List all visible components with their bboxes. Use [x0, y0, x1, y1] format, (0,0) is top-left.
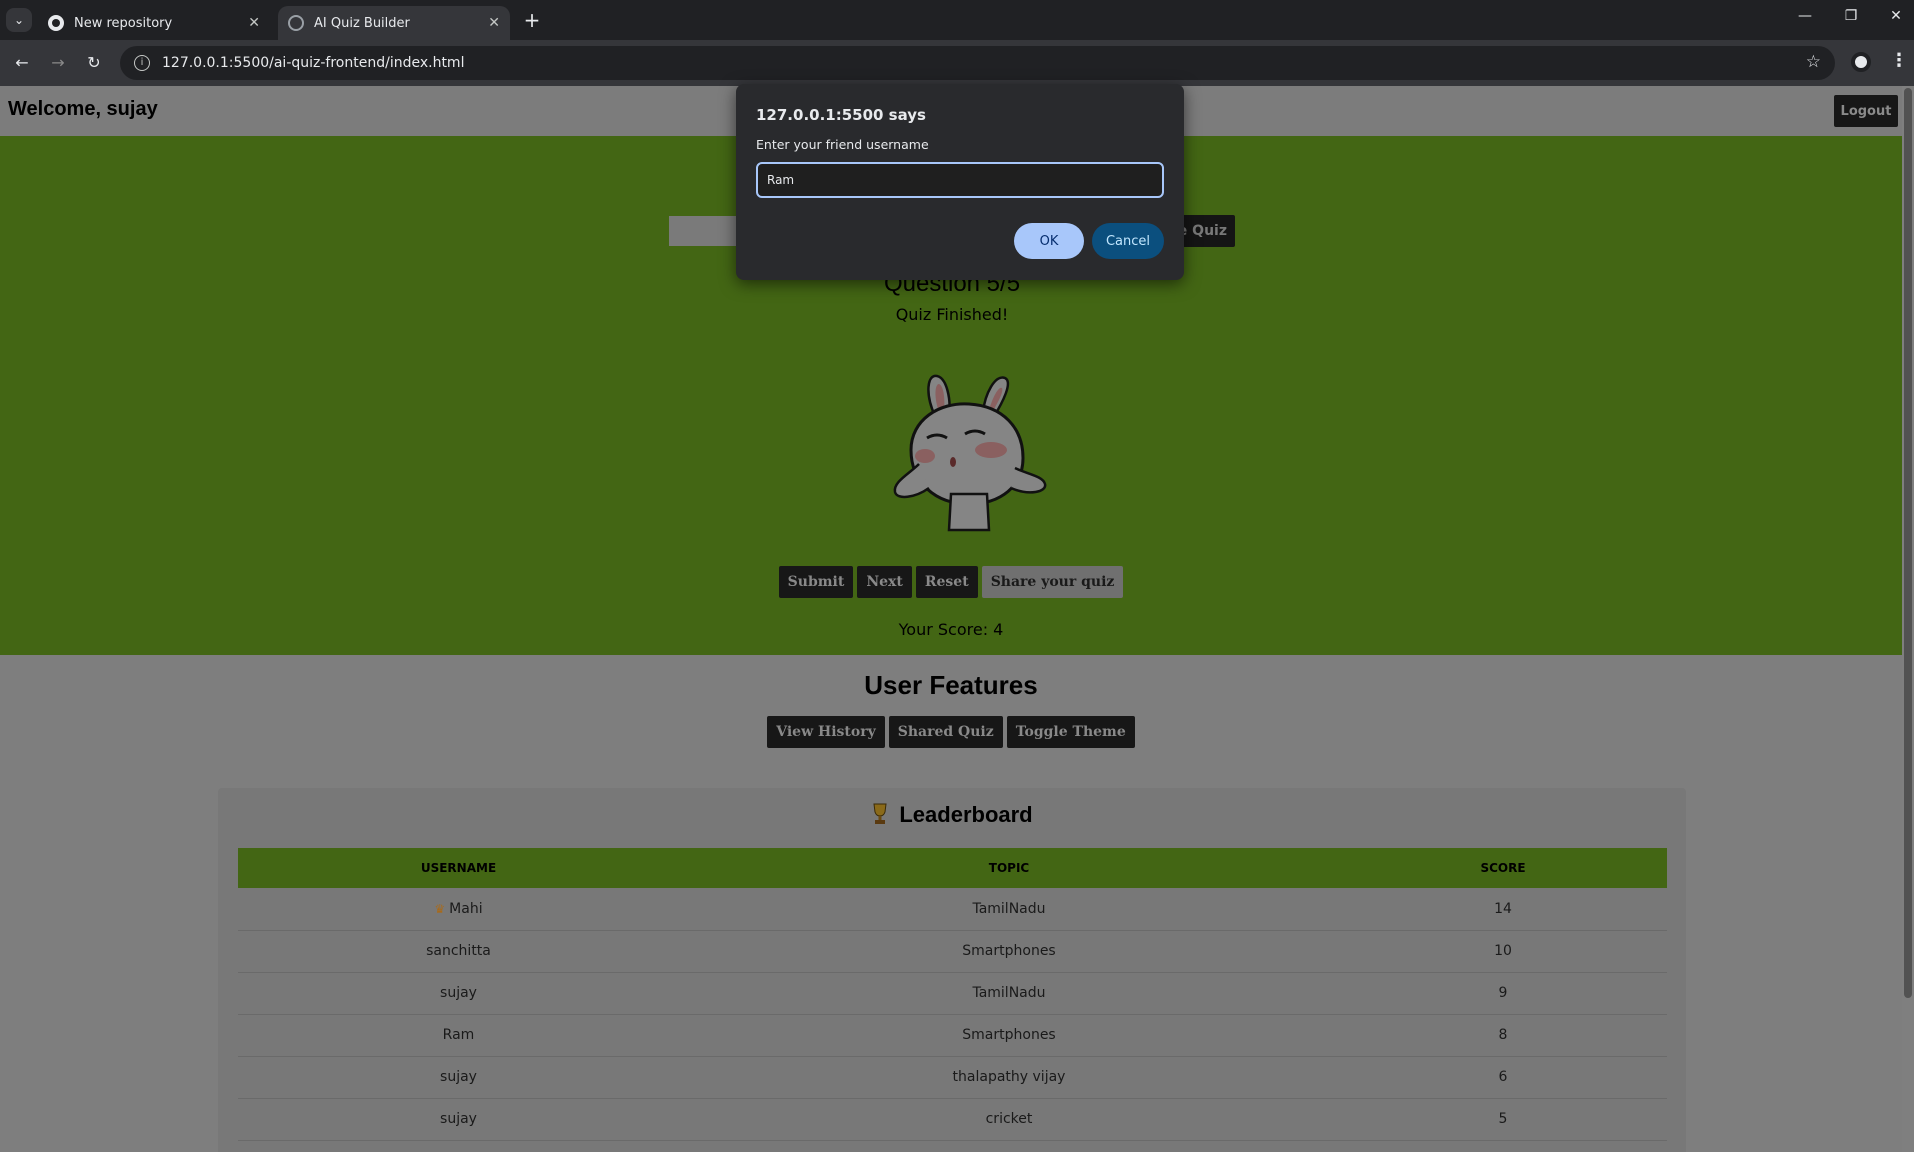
table-header-row: USERNAME TOPIC SCORE — [238, 848, 1667, 888]
username-cell: sanchitta — [238, 930, 679, 973]
user-features-buttons: View History Shared Quiz Toggle Theme — [0, 716, 1902, 748]
username-cell: sujay — [238, 1098, 679, 1141]
score-cell: 10 — [1339, 930, 1667, 973]
address-bar[interactable]: i 127.0.0.1:5500/ai-quiz-frontend/index.… — [120, 46, 1835, 80]
profile-avatar[interactable] — [1851, 52, 1871, 72]
crown-icon: ♛ — [434, 901, 446, 916]
view-history-button[interactable]: View History — [767, 716, 885, 748]
site-info-icon[interactable]: i — [134, 55, 150, 71]
column-header-topic: TOPIC — [679, 848, 1339, 888]
table-row: sujay TamilNadu 9 — [238, 972, 1667, 1015]
tab-new-repository[interactable]: New repository ✕ — [38, 6, 270, 40]
page-scrollbar[interactable] — [1902, 86, 1914, 1152]
leaderboard-panel: Leaderboard USERNAME TOPIC SCORE ♛ Mahi T… — [218, 788, 1686, 1152]
topic-cell: thalapathy vijay — [679, 1056, 1339, 1099]
dialog-origin: 127.0.0.1:5500 says — [756, 106, 926, 124]
score-cell: 9 — [1339, 972, 1667, 1015]
tab-title: New repository — [74, 15, 173, 31]
score-cell: 8 — [1339, 1014, 1667, 1057]
next-button[interactable]: Next — [857, 566, 912, 598]
back-icon[interactable]: ← — [10, 51, 34, 75]
reload-icon[interactable]: ↻ — [82, 51, 106, 75]
quiz-actions: Submit Next Reset Share your quiz — [0, 566, 1902, 598]
username-cell: ♛ Mahi — [238, 888, 679, 931]
score-text: Your Score: 4 — [898, 620, 1004, 639]
topic-cell: Smartphones — [679, 930, 1339, 973]
logout-button[interactable]: Logout — [1834, 95, 1898, 127]
welcome-text: Welcome, sujay — [8, 98, 158, 120]
toggle-theme-button[interactable]: Toggle Theme — [1006, 716, 1135, 748]
tab-strip: ⌄ New repository ✕ AI Quiz Builder ✕ + —… — [0, 0, 1914, 40]
leaderboard-table: USERNAME TOPIC SCORE ♛ Mahi TamilNadu 14 … — [238, 848, 1667, 1141]
topic-cell: TamilNadu — [679, 888, 1339, 931]
ok-button[interactable]: OK — [1014, 223, 1084, 259]
tab-ai-quiz-builder[interactable]: AI Quiz Builder ✕ — [278, 6, 510, 40]
scrollbar-thumb[interactable] — [1904, 88, 1912, 998]
score-cell: 5 — [1339, 1098, 1667, 1141]
close-icon[interactable]: ✕ — [488, 15, 500, 31]
trophy-icon — [873, 803, 887, 824]
reset-button[interactable]: Reset — [915, 566, 978, 598]
user-features-title: User Features — [864, 670, 1038, 700]
restore-icon[interactable]: ❐ — [1836, 8, 1866, 24]
prompt-dialog: 127.0.0.1:5500 says Enter your friend us… — [736, 84, 1184, 280]
username-cell: sujay — [238, 972, 679, 1015]
dialog-message: Enter your friend username — [756, 137, 929, 152]
topic-cell: Smartphones — [679, 1014, 1339, 1057]
topic-cell: cricket — [679, 1098, 1339, 1141]
new-tab-button[interactable]: + — [520, 8, 544, 32]
username-text: Mahi — [449, 900, 483, 917]
github-icon — [48, 15, 64, 31]
tab-search-button[interactable]: ⌄ — [6, 8, 32, 32]
table-row: sanchitta Smartphones 10 — [238, 930, 1667, 973]
globe-icon — [288, 15, 304, 31]
close-icon[interactable]: ✕ — [248, 15, 260, 31]
score-cell: 6 — [1339, 1056, 1667, 1099]
cancel-button[interactable]: Cancel — [1092, 223, 1164, 259]
window-close-icon[interactable]: ✕ — [1881, 8, 1911, 24]
url-text: 127.0.0.1:5500/ai-quiz-frontend/index.ht… — [162, 55, 465, 71]
bunny-shrug-image — [893, 374, 1047, 532]
friend-username-input[interactable] — [756, 162, 1164, 198]
username-cell: Ram — [238, 1014, 679, 1057]
share-quiz-button[interactable]: Share your quiz — [981, 566, 1124, 598]
score-cell: 14 — [1339, 888, 1667, 931]
column-header-username: USERNAME — [238, 848, 679, 888]
menu-kebab-icon[interactable]: ⋮ — [1890, 50, 1908, 71]
leaderboard-title: Leaderboard — [218, 802, 1686, 828]
browser-toolbar: ← → ↻ i 127.0.0.1:5500/ai-quiz-frontend/… — [0, 40, 1914, 86]
leaderboard-title-text: Leaderboard — [899, 802, 1033, 827]
table-row: Ram Smartphones 8 — [238, 1014, 1667, 1057]
minimize-icon[interactable]: — — [1790, 8, 1820, 24]
table-row: ♛ Mahi TamilNadu 14 — [238, 888, 1667, 931]
username-cell: sujay — [238, 1056, 679, 1099]
submit-button[interactable]: Submit — [778, 566, 854, 598]
shared-quiz-button[interactable]: Shared Quiz — [888, 716, 1003, 748]
table-row: sujay cricket 5 — [238, 1098, 1667, 1141]
table-row: sujay thalapathy vijay 6 — [238, 1056, 1667, 1099]
tab-title: AI Quiz Builder — [314, 15, 410, 31]
forward-icon[interactable]: → — [46, 51, 70, 75]
quiz-status: Quiz Finished! — [895, 305, 1009, 324]
bookmark-star-icon[interactable]: ☆ — [1806, 52, 1821, 72]
chevron-down-icon: ⌄ — [13, 13, 25, 27]
column-header-score: SCORE — [1339, 848, 1667, 888]
topic-cell: TamilNadu — [679, 972, 1339, 1015]
